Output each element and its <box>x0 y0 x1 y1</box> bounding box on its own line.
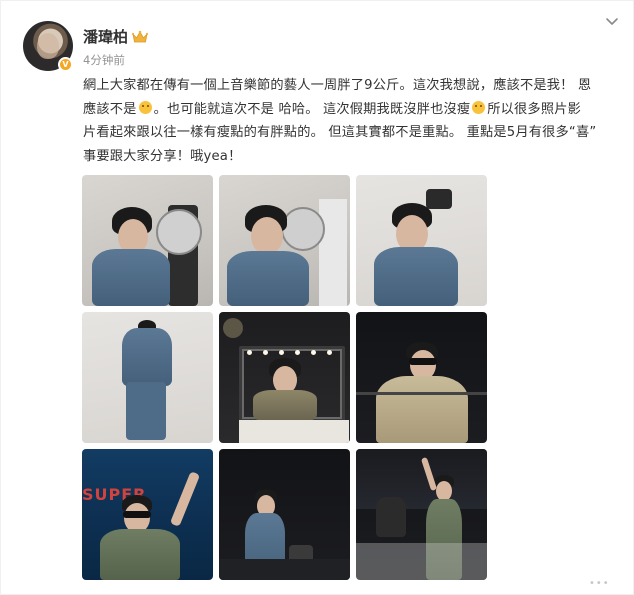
post-text-line: 事要跟大家分享！哦yea！ <box>83 148 242 164</box>
post-text-line: 應該不是 。也可能就這次不是 哈哈。 這次假期我既沒胖也沒瘦 所以很多照片影 <box>83 100 581 117</box>
photo-8[interactable] <box>219 449 350 580</box>
photo-1[interactable] <box>82 175 213 306</box>
username[interactable]: 潘瑋柏 <box>83 27 128 47</box>
photo-7[interactable]: SUPER <box>82 449 213 580</box>
post-text-line: 片看起來跟以往一樣有瘦點的有胖點的。 但這其實都不是重點。 重點是5月有很多“喜… <box>83 125 597 140</box>
verified-badge-icon: V <box>58 57 73 72</box>
photo-2[interactable] <box>219 175 350 306</box>
photo-3[interactable] <box>356 175 487 306</box>
timestamp[interactable]: 4分钟前 <box>83 52 125 68</box>
weibo-post-card: V 潘瑋柏 4分钟前 網上大家都在傳有一個上音樂節的藝人一周胖了9公斤。這次我想… <box>0 0 634 595</box>
photo-9[interactable] <box>356 449 487 580</box>
photo-gallery: SUPER <box>82 175 487 580</box>
post-text: 網上大家都在傳有一個上音樂節的藝人一周胖了9公斤。這次我想說，應該不是我！ 恩 … <box>83 74 613 168</box>
more-dots-icon: ••• <box>589 578 610 589</box>
crown-icon <box>132 30 148 43</box>
photo-5[interactable] <box>219 312 350 443</box>
laughing-sweat-emoji <box>138 100 152 114</box>
photo-4[interactable] <box>82 312 213 443</box>
grimace-emoji <box>472 100 486 114</box>
chevron-down-icon[interactable] <box>605 15 619 29</box>
photo-6[interactable] <box>356 312 487 443</box>
post-text-line: 網上大家都在傳有一個上音樂節的藝人一周胖了9公斤。這次我想說，應該不是我！ 恩 <box>83 78 592 93</box>
